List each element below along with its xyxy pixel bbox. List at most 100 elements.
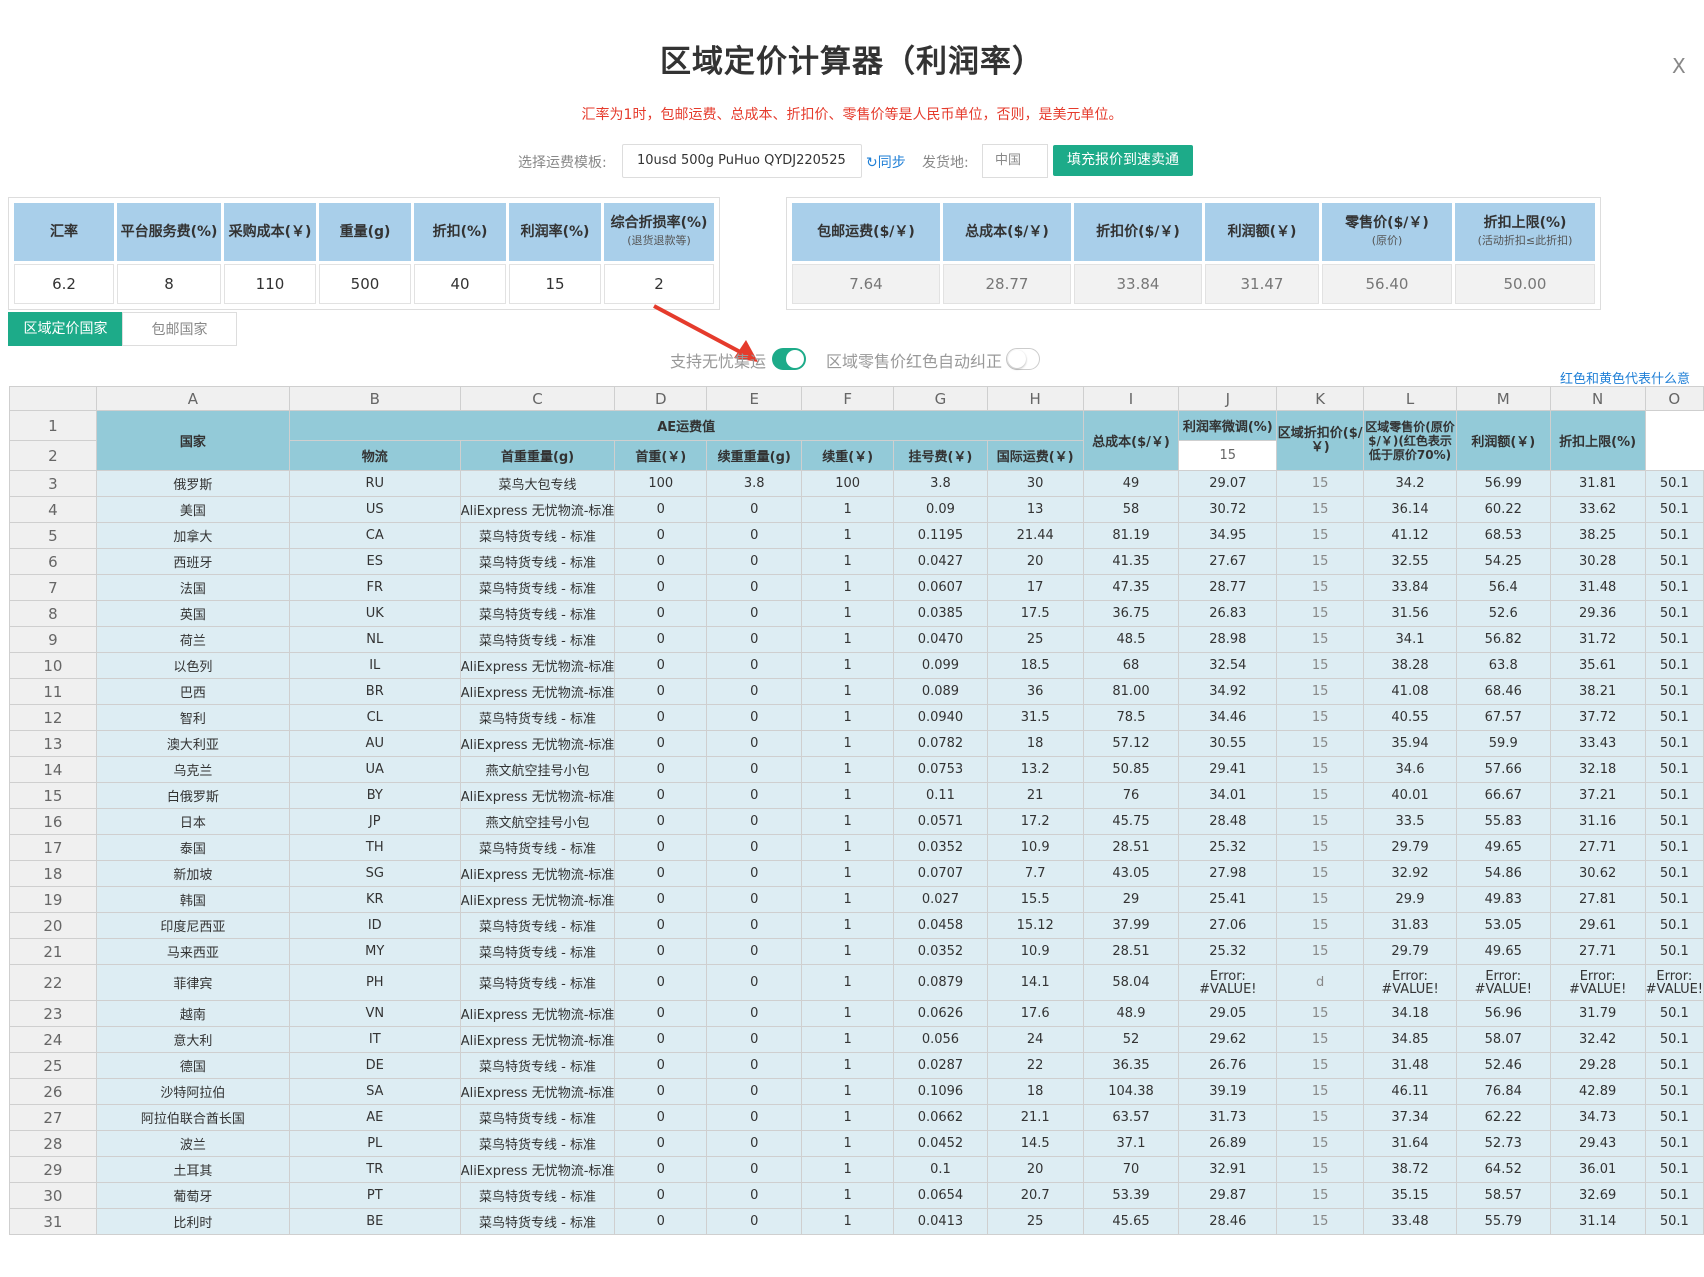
discount-price-value: 33.84 (1074, 264, 1202, 304)
margin-adj-input[interactable]: 15 (1276, 1078, 1365, 1105)
first-weight: 0 (614, 964, 708, 1001)
cont-price: 0.0413 (893, 1208, 988, 1235)
margin-adj-input[interactable]: 15 (1276, 470, 1365, 497)
profit: 31.79 (1549, 1000, 1646, 1027)
margin-adj-input[interactable]: 15 (1276, 1026, 1365, 1053)
sync-link[interactable]: ↻同步 (866, 152, 906, 172)
margin-adj-input[interactable]: 15 (1276, 1104, 1365, 1131)
intl-ship: 58 (1082, 496, 1180, 523)
shipping-template-select[interactable]: 10usd 500g PuHuo QYDJ220525 (622, 144, 862, 178)
margin-input[interactable]: 15 (509, 264, 601, 304)
country-name: 意大利 (95, 1026, 290, 1053)
close-icon[interactable]: X (1672, 54, 1686, 78)
profit: 27.71 (1549, 938, 1646, 965)
country-code: ID (288, 912, 461, 939)
margin-adj-input[interactable]: 15 (1276, 1182, 1365, 1209)
service-fee-input[interactable]: 8 (117, 264, 221, 304)
margin-adj-input[interactable]: 15 (1276, 756, 1365, 783)
region-discount: 34.2 (1363, 470, 1457, 497)
margin-adj-input[interactable]: 15 (1276, 574, 1365, 601)
intl-ship: 28.51 (1082, 834, 1180, 861)
header-intl-ship: 国际运费(￥) (986, 440, 1084, 471)
column-letter: O (1644, 386, 1704, 411)
exchange-rate-input[interactable]: 6.2 (14, 264, 114, 304)
header-profit: 利润额(￥) (1455, 410, 1551, 471)
margin-adj-input[interactable]: 15 (1276, 1208, 1365, 1235)
intl-ship: 36.35 (1082, 1052, 1180, 1079)
cont-weight: 1 (801, 912, 895, 939)
logistics: 菜鸟大包专线 (459, 470, 616, 497)
purchase-cost-input[interactable]: 110 (224, 264, 316, 304)
table-row: 25 德国 DE 菜鸟特货专线 - 标准 0 0 1 0.0287 22 36.35 26.76 15… (9, 1052, 1704, 1079)
cont-weight: 1 (801, 1026, 895, 1053)
first-price: 0 (706, 652, 803, 679)
margin-adj-input[interactable]: 15 (1276, 938, 1365, 965)
reg-fee: 18 (986, 1078, 1084, 1105)
reg-fee: 10.9 (986, 834, 1084, 861)
margin-adj-input[interactable]: 15 (1276, 860, 1365, 887)
margin-adj-input[interactable]: 15 (1276, 1000, 1365, 1027)
margin-adj-input[interactable]: 15 (1276, 1156, 1365, 1183)
profit: 36.01 (1549, 1156, 1646, 1183)
logistics: 菜鸟特货专线 - 标准 (459, 1052, 616, 1079)
weight-input[interactable]: 500 (319, 264, 411, 304)
first-price: 0 (706, 1000, 803, 1027)
margin-adj-input[interactable]: 15 (1276, 1130, 1365, 1157)
tab-region-pricing[interactable]: 区域定价国家 (8, 312, 123, 346)
margin-adj-input[interactable]: 15 (1276, 548, 1365, 575)
country-name: 法国 (95, 574, 290, 601)
reg-fee: 18.5 (986, 652, 1084, 679)
input-params-panel: 汇率 平台服务费(%) 采购成本(￥) 重量(g) 折扣(%) 利润率(%) 综… (8, 197, 720, 310)
profit: Error: #VALUE! (1549, 964, 1646, 1001)
first-price: 0 (706, 626, 803, 653)
margin-adj-input[interactable]: d (1276, 964, 1365, 1001)
margin-adj-input[interactable]: 15 (1276, 704, 1365, 731)
region-retail: 53.05 (1455, 912, 1551, 939)
discount-input[interactable]: 40 (414, 264, 506, 304)
region-retail: 56.99 (1455, 470, 1551, 497)
margin-adj-input[interactable]: 15 (1276, 782, 1365, 809)
margin-adj-input[interactable]: 15 (1276, 652, 1365, 679)
first-price: 0 (706, 1208, 803, 1235)
template-label: 选择运费模板: (518, 155, 607, 171)
margin-adj-input[interactable]: 15 (1276, 886, 1365, 913)
margin-adj-input[interactable]: 15 (1276, 626, 1365, 653)
logistics: 菜鸟特货专线 - 标准 (459, 1130, 616, 1157)
profit: 29.43 (1549, 1130, 1646, 1157)
margin-adj-input[interactable]: 15 (1276, 496, 1365, 523)
margin-adj-input[interactable]: 15 (1276, 912, 1365, 939)
country-code: UA (288, 756, 461, 783)
logistics: AliExpress 无忧物流-标准 (459, 1078, 616, 1105)
toggle-row: 支持无忧集运 区域零售价红色自动纠正 (0, 346, 1704, 372)
header-ae-group: AE运费值 (288, 410, 1084, 441)
ship-from-input[interactable]: 中国 (982, 144, 1048, 178)
reg-fee: 15.5 (986, 886, 1084, 913)
first-price: 0 (706, 834, 803, 861)
cont-price: 0.0879 (893, 964, 988, 1001)
margin-adj-input[interactable]: 15 (1276, 834, 1365, 861)
profit: 31.16 (1549, 808, 1646, 835)
column-letter: M (1455, 386, 1551, 411)
margin-adj-input[interactable]: 15 (1276, 678, 1365, 705)
fill-quote-button[interactable]: 填充报价到速卖通 (1053, 145, 1193, 176)
first-price: 0 (706, 600, 803, 627)
table-row: 5 加拿大 CA 菜鸟特货专线 - 标准 0 0 1 0.1195 21.44 81.19 34.9… (9, 522, 1704, 549)
autofix-toggle-switch[interactable] (1006, 348, 1040, 370)
profit: 29.61 (1549, 912, 1646, 939)
header-total-cost: 总成本($/￥) (1082, 410, 1180, 471)
margin-adj-input[interactable]: 15 (1276, 730, 1365, 757)
country-name: 乌克兰 (95, 756, 290, 783)
wuyou-toggle-switch[interactable] (772, 348, 806, 370)
result-header: 总成本($/￥) (943, 203, 1071, 261)
first-weight: 0 (614, 756, 708, 783)
loss-rate-input[interactable]: 2 (604, 264, 714, 304)
margin-adj-global-input[interactable]: 15 (1178, 440, 1278, 471)
region-retail: 56.4 (1455, 574, 1551, 601)
margin-adj-input[interactable]: 15 (1276, 600, 1365, 627)
margin-adj-input[interactable]: 15 (1276, 522, 1365, 549)
discount-cap: 50.1 (1644, 938, 1704, 965)
margin-adj-input[interactable]: 15 (1276, 808, 1365, 835)
margin-adj-input[interactable]: 15 (1276, 1052, 1365, 1079)
tab-free-shipping[interactable]: 包邮国家 (122, 312, 237, 346)
row-number: 19 (9, 886, 97, 913)
